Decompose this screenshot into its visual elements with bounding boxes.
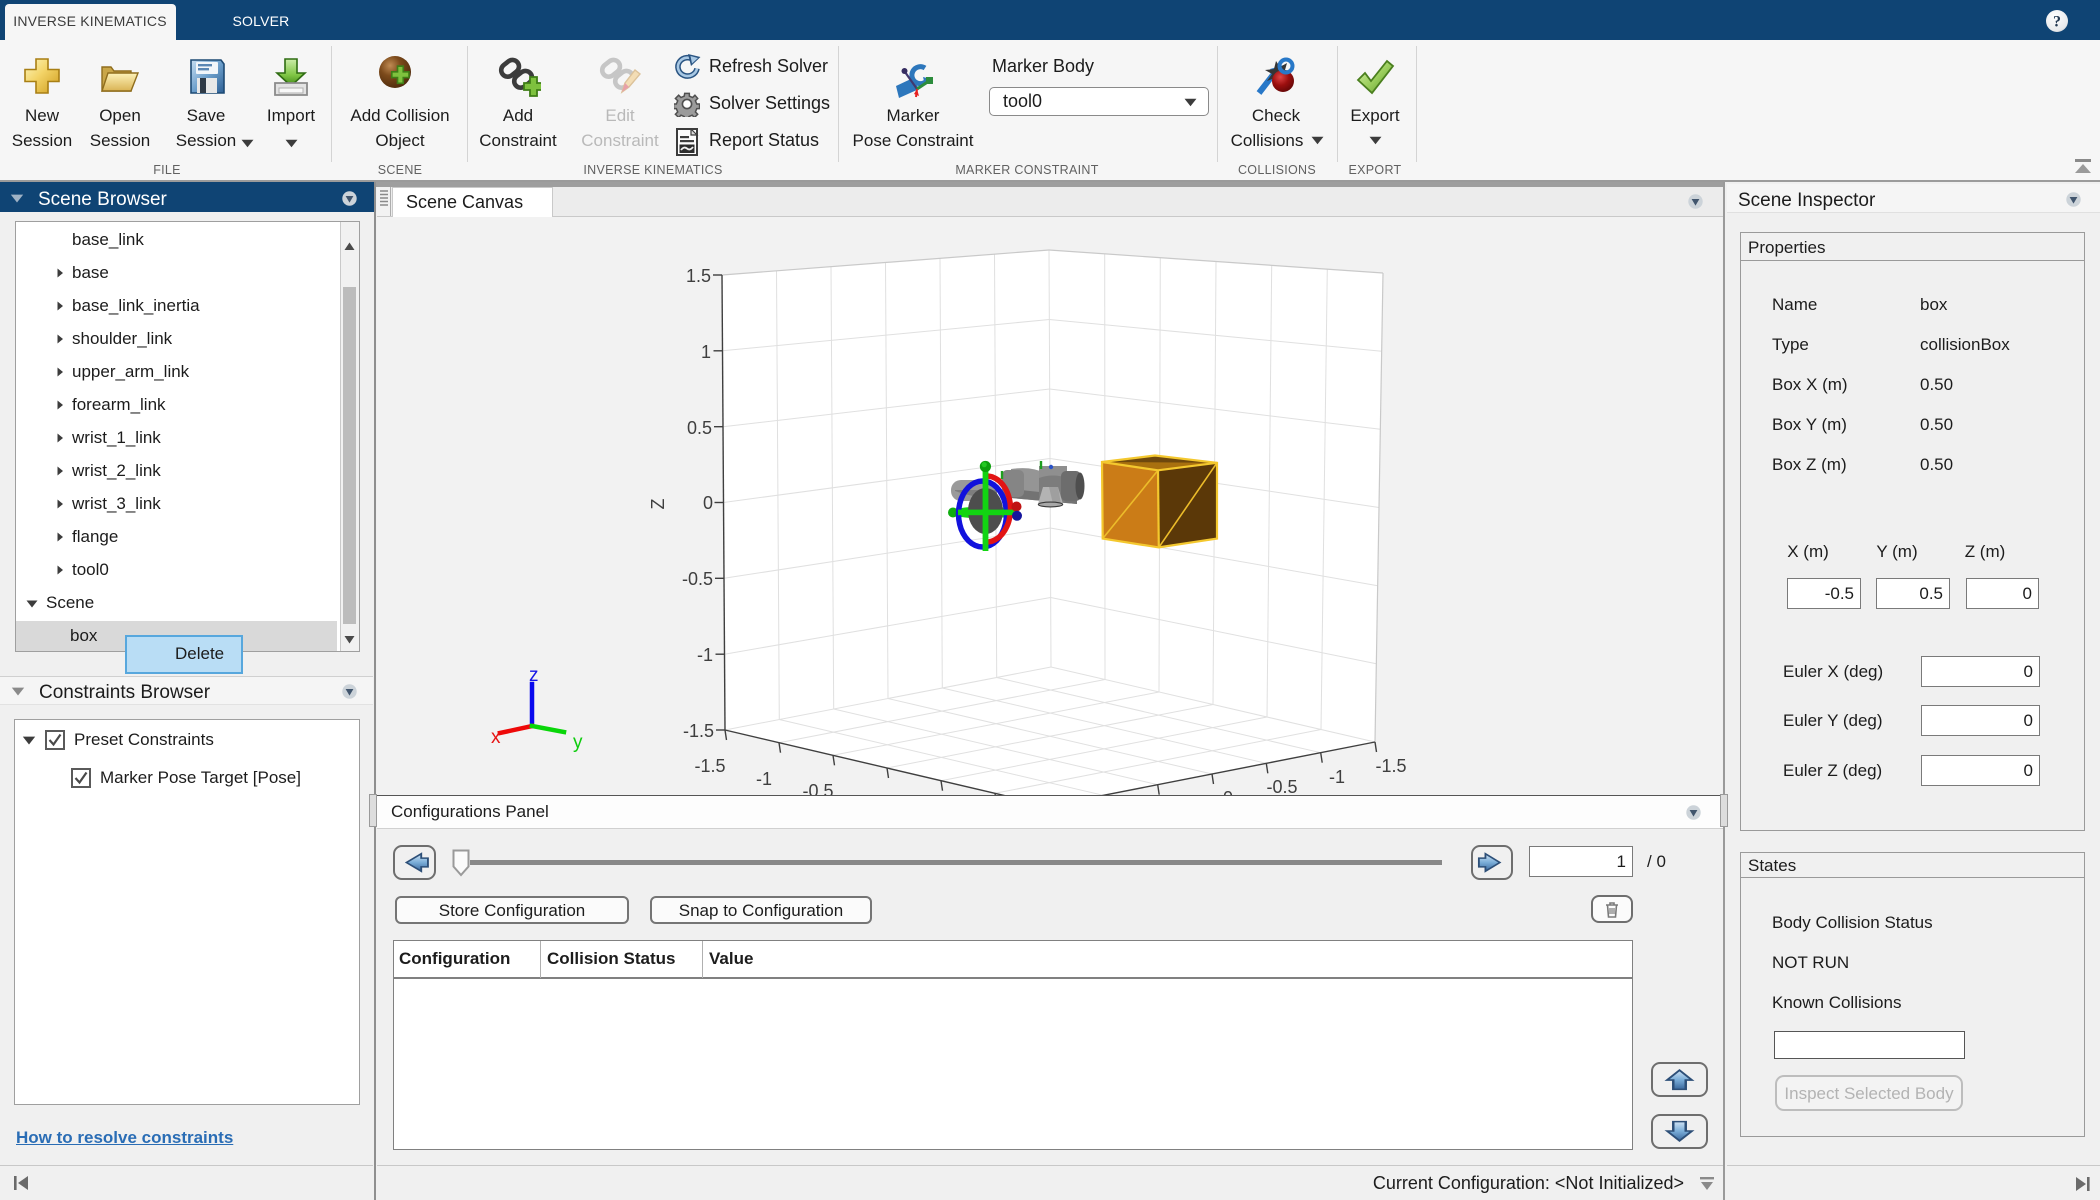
svg-text:z: z: [529, 665, 539, 686]
svg-text:-0.5: -0.5: [682, 569, 713, 589]
svg-text:-1.5: -1.5: [1375, 756, 1406, 776]
svg-text:-0.5: -0.5: [802, 781, 833, 795]
svg-text:-1: -1: [697, 645, 713, 665]
svg-text:0.5: 0.5: [687, 418, 712, 438]
svg-text:1.5: 1.5: [686, 266, 711, 286]
svg-text:-1: -1: [1329, 767, 1345, 787]
svg-text:0: 0: [703, 493, 713, 513]
svg-text:-1.5: -1.5: [694, 756, 725, 776]
svg-text:Z: Z: [648, 499, 668, 510]
svg-text:-1.5: -1.5: [683, 721, 714, 741]
svg-text:x: x: [491, 727, 501, 748]
svg-text:-0.5: -0.5: [1266, 777, 1297, 795]
svg-text:-1: -1: [756, 769, 772, 789]
svg-text:1: 1: [701, 342, 711, 362]
svg-text:0: 0: [1223, 788, 1233, 795]
svg-text:y: y: [573, 732, 583, 753]
svg-text:?: ?: [2053, 14, 2061, 31]
